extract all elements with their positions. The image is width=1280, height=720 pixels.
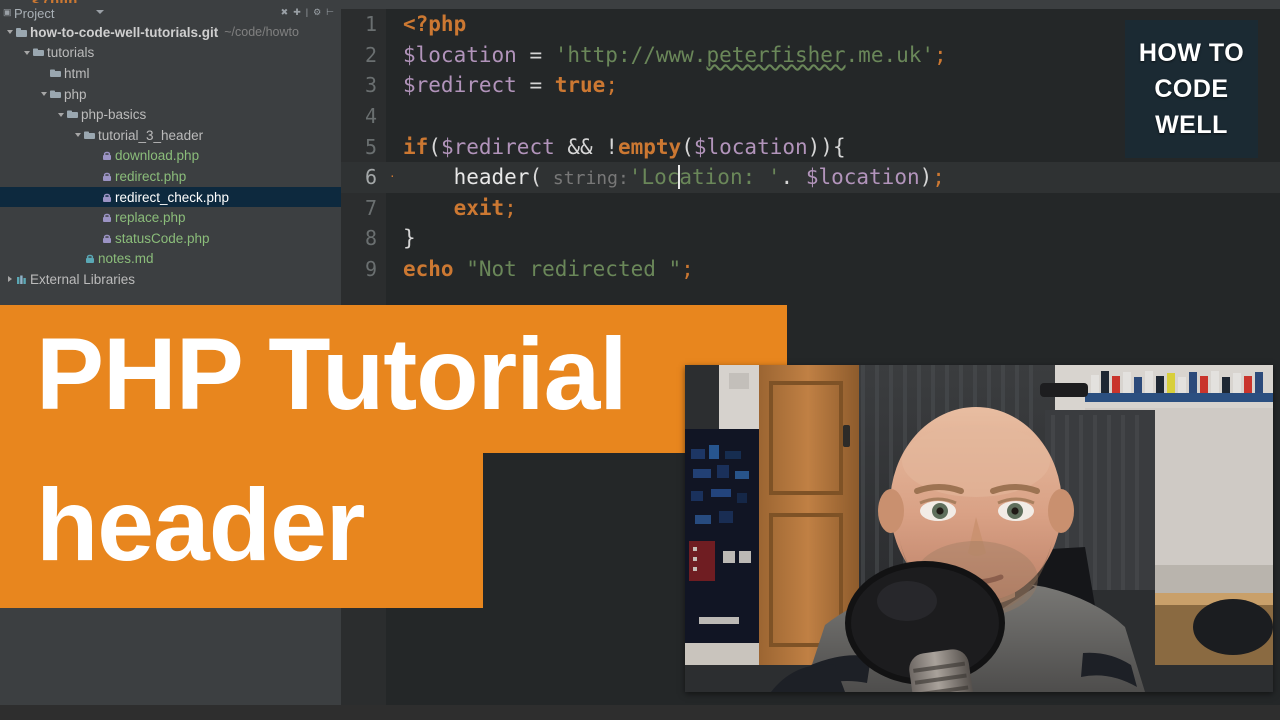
logo-line-2: CODE	[1154, 75, 1229, 103]
code-line-text: exit;	[453, 195, 517, 220]
php-file-icon	[100, 232, 113, 245]
php-file-icon	[100, 149, 113, 162]
php-file-icon	[100, 191, 113, 204]
line-number[interactable]: 9	[341, 254, 377, 285]
line-number[interactable]: 7	[341, 193, 377, 224]
tree-item-label: replace.php	[115, 210, 186, 226]
settings-icon[interactable]: ⚙	[313, 7, 321, 17]
presenter-webcam-feed	[685, 365, 1273, 692]
tree-item-label: php-basics	[81, 107, 147, 123]
tree-item-how-to-code-well-tutorials-git[interactable]: how-to-code-well-tutorials.git ~/code/how…	[0, 22, 341, 43]
tree-item-label: download.php	[115, 148, 200, 164]
code-line-7[interactable]: 7 exit;	[341, 193, 1280, 224]
title-line-2: header	[36, 468, 365, 582]
code-line-text: <?php	[403, 12, 467, 37]
folder-icon	[83, 129, 96, 142]
code-line-8[interactable]: 8}	[341, 223, 1280, 254]
tree-item-download-php[interactable]: download.php	[0, 146, 341, 167]
chevron-down-icon[interactable]	[72, 133, 83, 137]
tree-item-label: notes.md	[98, 251, 154, 267]
tree-item-label: tutorial_3_header	[98, 127, 204, 143]
tree-item-label: php	[64, 86, 87, 102]
folder-icon	[49, 88, 62, 101]
code-line-text: if($redirect && !empty($location)){	[403, 134, 846, 159]
code-line-text: echo "Not redirected ";	[403, 257, 694, 282]
collapse-all-icon[interactable]: ✖	[281, 7, 289, 17]
md-file-icon	[83, 252, 96, 265]
expand-icon[interactable]: ✚	[293, 7, 301, 17]
line-number[interactable]: 2	[341, 40, 377, 71]
code-line-text: }	[403, 226, 416, 251]
logo-line-1: HOW TO	[1138, 39, 1245, 67]
tree-item-label: statusCode.php	[115, 230, 210, 246]
php-file-icon	[100, 170, 113, 183]
folder-icon	[32, 46, 45, 59]
tree-item-php-basics[interactable]: php-basics	[0, 104, 341, 125]
line-number[interactable]: 3	[341, 70, 377, 101]
code-line-text: header( string:'Location: '. $location);	[453, 165, 945, 190]
code-line-text: $redirect = true;	[403, 73, 618, 98]
tree-item-replace-php[interactable]: replace.php	[0, 207, 341, 228]
toolbar-divider: |	[305, 7, 309, 17]
module-icon	[15, 26, 28, 39]
chevron-down-icon[interactable]	[4, 30, 15, 34]
tree-item-php[interactable]: php	[0, 84, 341, 105]
tree-item-notes-md[interactable]: notes.md	[0, 249, 341, 270]
tree-item-tutorial-3-header[interactable]: tutorial_3_header	[0, 125, 341, 146]
php-file-icon	[100, 211, 113, 224]
tree-item-path: ~/code/howto	[224, 25, 299, 40]
hide-icon[interactable]: ⊢	[326, 7, 334, 17]
project-panel-header: ▣ Project ✖ ✚ | ⚙ ⊢	[0, 3, 341, 22]
tree-item-external-libraries[interactable]: External Libraries	[0, 269, 341, 290]
folder-icon	[66, 108, 79, 121]
how-to-code-well-logo: HOW TO CODE WELL	[1125, 20, 1258, 158]
code-line-6[interactable]: 6 · header( string:'Location: '. $locatio…	[341, 161, 1280, 193]
library-icon	[15, 273, 28, 286]
tree-item-label: tutorials	[47, 45, 95, 61]
tree-item-label: html	[64, 65, 90, 81]
line-number[interactable]: 6	[341, 162, 377, 193]
tree-item-label: how-to-code-well-tutorials.git	[30, 24, 219, 40]
tree-item-tutorials[interactable]: tutorials	[0, 43, 341, 64]
line-number[interactable]: 4	[341, 101, 377, 132]
tree-item-html[interactable]: html	[0, 63, 341, 84]
tree-item-redirect-check-php[interactable]: redirect_check.php	[0, 186, 341, 208]
line-number[interactable]: 5	[341, 131, 377, 162]
project-panel-toolbar: ✖ ✚ | ⚙ ⊢	[281, 7, 334, 17]
screenshot-root: <?php ▣ Project ✖ ✚ | ⚙ ⊢ how-to-code-we…	[0, 0, 1280, 720]
code-line-text: $location = 'http://www.peterfisher.me.u…	[403, 42, 947, 67]
folder-icon	[49, 67, 62, 80]
project-panel-title: Project	[14, 6, 55, 21]
logo-line-3: WELL	[1155, 111, 1228, 139]
line-number[interactable]: 8	[341, 223, 377, 254]
breakpoint-gutter-marker-icon[interactable]: ·	[389, 171, 396, 182]
title-line-1: PHP Tutorial	[36, 317, 628, 431]
tree-item-statuscode-php[interactable]: statusCode.php	[0, 228, 341, 249]
tree-item-redirect-php[interactable]: redirect.php	[0, 166, 341, 187]
line-number[interactable]: 1	[341, 9, 377, 40]
chevron-right-icon[interactable]	[4, 276, 15, 282]
tree-item-label: redirect_check.php	[115, 189, 230, 205]
chevron-down-icon[interactable]	[96, 10, 104, 14]
chevron-down-icon[interactable]	[21, 51, 32, 55]
project-panel-icon: ▣	[3, 7, 12, 17]
tree-item-label: External Libraries	[30, 271, 136, 287]
tree-item-label: redirect.php	[115, 168, 187, 184]
code-line-9[interactable]: 9 echo "Not redirected ";	[341, 254, 1280, 285]
chevron-down-icon[interactable]	[38, 92, 49, 96]
chevron-down-icon[interactable]	[55, 113, 66, 117]
